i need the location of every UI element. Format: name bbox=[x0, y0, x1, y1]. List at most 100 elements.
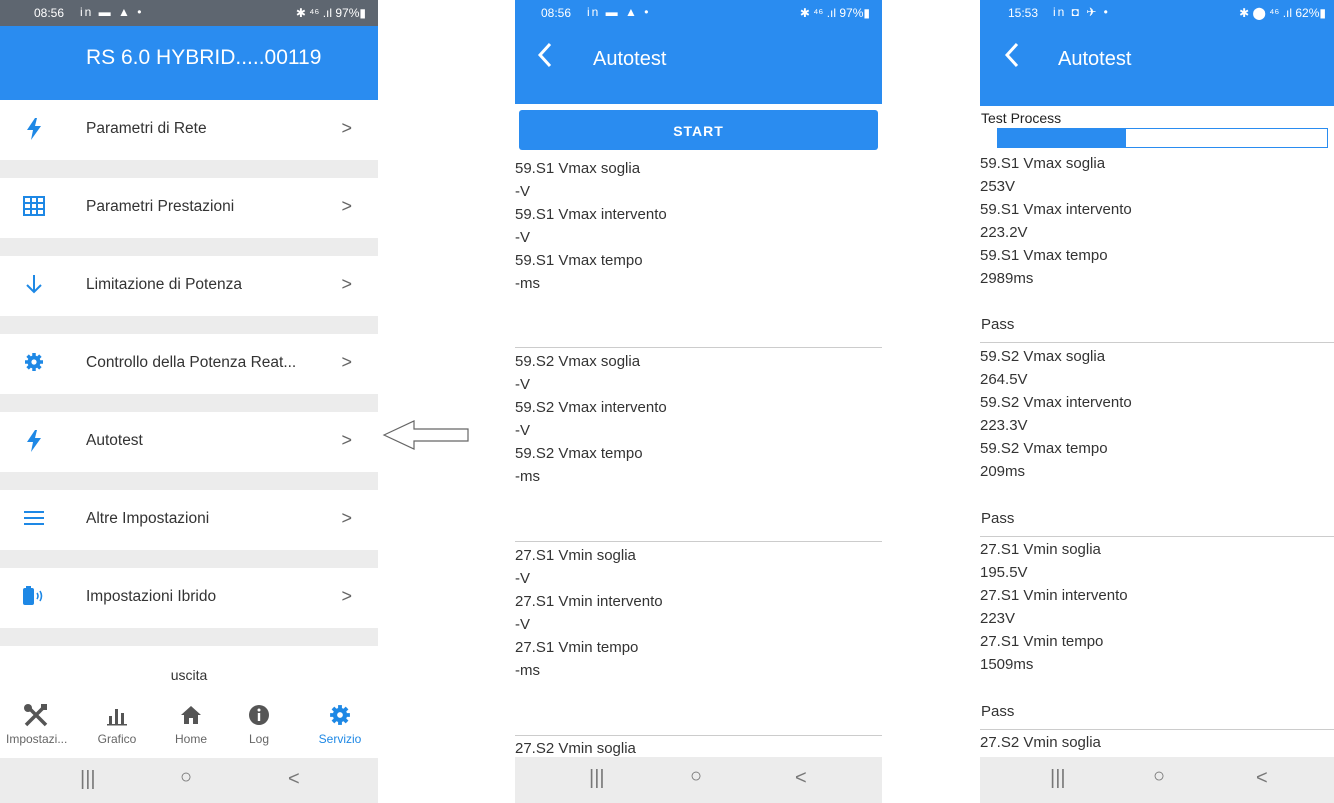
page-title: Autotest bbox=[1058, 48, 1132, 70]
test-line: 27.S1 Vmin intervento bbox=[515, 593, 663, 610]
test-line: -V bbox=[515, 616, 530, 633]
status-system-icons: ✱ ⁴⁶ .ıl 97%▮ bbox=[295, 6, 366, 20]
gear-icon bbox=[310, 704, 370, 732]
phone-menu-screen: 08:56 in ▬ ▲ • ✱ ⁴⁶ .ıl 97%▮ RS 6.0 HYBR… bbox=[0, 0, 378, 803]
status-time: 08:56 bbox=[541, 6, 572, 20]
menu-separator bbox=[0, 550, 378, 568]
status-system-icons: ✱ ⁴⁶ .ıl 97%▮ bbox=[799, 6, 870, 20]
menu-item-label: Impostazioni Ibrido bbox=[86, 588, 217, 605]
grid-icon bbox=[22, 196, 46, 220]
test-block-27s1: 27.S1 Vmin soglia -V 27.S1 Vmin interven… bbox=[515, 544, 882, 682]
bottom-tab-bar: Impostazi... Grafico Home Log Servizio bbox=[0, 700, 378, 758]
chevron-right-icon: > bbox=[341, 430, 352, 450]
menu-item-label: Parametri di Rete bbox=[86, 120, 207, 137]
tab-impostazioni[interactable]: Impostazi... bbox=[6, 704, 67, 746]
test-line: 59.S2 Vmax soglia bbox=[980, 348, 1106, 365]
back-button[interactable]: < bbox=[1256, 767, 1268, 790]
home-button[interactable]: ○ bbox=[1153, 765, 1165, 788]
tab-servizio[interactable]: Servizio bbox=[310, 704, 370, 746]
progress-bar bbox=[997, 128, 1328, 148]
tab-label: Log bbox=[248, 732, 270, 746]
tab-label: Grafico bbox=[97, 732, 137, 746]
chevron-right-icon: > bbox=[341, 274, 352, 294]
menu-icon bbox=[22, 508, 46, 532]
progress-label: Test Process bbox=[981, 110, 1062, 126]
status-time: 08:56 bbox=[34, 6, 65, 20]
test-block-27s2: 27.S2 Vmin soglia bbox=[980, 731, 1334, 754]
test-line: 27.S1 Vmin intervento bbox=[980, 587, 1128, 604]
test-line: 59.S1 Vmax tempo bbox=[980, 247, 1108, 264]
test-line: 59.S1 Vmax tempo bbox=[515, 252, 643, 269]
test-line: 59.S1 Vmax soglia bbox=[980, 155, 1106, 172]
divider bbox=[980, 342, 1334, 343]
menu-item-parametri-prestazioni[interactable]: Parametri Prestazioni > bbox=[0, 178, 378, 238]
menu-item-impostazioni-ibrido[interactable]: Impostazioni Ibrido > bbox=[0, 568, 378, 628]
home-button[interactable]: ○ bbox=[180, 766, 192, 789]
tab-home[interactable]: Home bbox=[161, 704, 221, 746]
chevron-right-icon: > bbox=[341, 586, 352, 606]
test-line: 27.S2 Vmin soglia bbox=[980, 734, 1101, 751]
test-result: Pass bbox=[981, 510, 1015, 527]
status-time: 15:53 bbox=[1008, 6, 1039, 20]
phone-autotest-results: 15:53 in ◘ ✈ • ✱ ⬤ ⁴⁶ .ıl 62%▮ Autotest … bbox=[980, 0, 1334, 803]
menu-separator bbox=[0, 628, 378, 646]
menu-item-parametri-di-rete[interactable]: Parametri di Rete > bbox=[0, 100, 378, 160]
test-line: 223.2V bbox=[980, 224, 1028, 241]
tab-label: Servizio bbox=[318, 732, 362, 746]
menu-separator bbox=[0, 316, 378, 334]
test-line: 209ms bbox=[980, 463, 1026, 480]
menu-item-label: Autotest bbox=[86, 432, 143, 449]
back-button[interactable]: < bbox=[288, 768, 300, 791]
menu-separator bbox=[0, 238, 378, 256]
app-header: Autotest bbox=[980, 26, 1334, 106]
test-line: 2989ms bbox=[980, 270, 1034, 287]
recent-apps-button[interactable]: ||| bbox=[589, 767, 605, 790]
test-line: 264.5V bbox=[980, 371, 1028, 388]
test-line: -V bbox=[515, 183, 530, 200]
menu-item-autotest[interactable]: Autotest > bbox=[0, 412, 378, 472]
recent-apps-button[interactable]: ||| bbox=[1050, 767, 1066, 790]
bolt-icon bbox=[22, 430, 46, 454]
test-line: 59.S1 Vmax intervento bbox=[515, 206, 667, 223]
test-line: 59.S2 Vmax intervento bbox=[515, 399, 667, 416]
test-result: Pass bbox=[981, 703, 1015, 720]
app-header: Autotest bbox=[515, 26, 882, 104]
progress-fill bbox=[998, 129, 1127, 147]
info-icon bbox=[229, 704, 289, 732]
menu-separator bbox=[0, 160, 378, 178]
chevron-right-icon: > bbox=[341, 352, 352, 372]
test-line: -V bbox=[515, 229, 530, 246]
test-line: -V bbox=[515, 570, 530, 587]
app-header: RS 6.0 HYBRID.....00119 bbox=[0, 26, 378, 100]
test-line: -V bbox=[515, 376, 530, 393]
menu-item-altre-impostazioni[interactable]: Altre Impostazioni > bbox=[0, 490, 378, 550]
test-line: 27.S1 Vmin tempo bbox=[515, 639, 639, 656]
menu-item-limitazione-di-potenza[interactable]: Limitazione di Potenza > bbox=[0, 256, 378, 316]
back-arrow-icon[interactable] bbox=[1004, 42, 1020, 73]
tab-grafico[interactable]: Grafico bbox=[87, 704, 147, 746]
status-system-icons: ✱ ⬤ ⁴⁶ .ıl 62%▮ bbox=[1239, 6, 1326, 20]
test-line: 27.S1 Vmin soglia bbox=[980, 541, 1101, 558]
menu-item-label: Altre Impostazioni bbox=[86, 510, 210, 527]
page-title: Autotest bbox=[593, 48, 667, 70]
test-line: 59.S1 Vmax soglia bbox=[515, 160, 641, 177]
pointer-arrow bbox=[382, 420, 469, 450]
status-notification-icons: in ▬ ▲ • bbox=[80, 5, 144, 19]
tab-log[interactable]: Log bbox=[229, 704, 289, 746]
recent-apps-button[interactable]: ||| bbox=[80, 768, 96, 791]
home-button[interactable]: ○ bbox=[690, 765, 702, 788]
battery-icon bbox=[22, 586, 46, 610]
exit-button[interactable]: uscita bbox=[0, 667, 378, 683]
phone-autotest-empty: 08:56 in ▬ ▲ • ✱ ⁴⁶ .ıl 97%▮ Autotest ST… bbox=[515, 0, 882, 803]
start-button[interactable]: START bbox=[519, 110, 878, 150]
test-line: 59.S2 Vmax tempo bbox=[515, 445, 643, 462]
test-line: 59.S1 Vmax intervento bbox=[980, 201, 1132, 218]
test-result: Pass bbox=[981, 316, 1015, 333]
tab-label: Home bbox=[174, 732, 207, 746]
system-nav-bar: ||| ○ < bbox=[980, 757, 1334, 803]
menu-item-controllo-potenza-reattiva[interactable]: Controllo della Potenza Reat... > bbox=[0, 334, 378, 394]
back-button[interactable]: < bbox=[795, 767, 807, 790]
back-arrow-icon[interactable] bbox=[537, 42, 553, 73]
chevron-right-icon: > bbox=[341, 508, 352, 528]
divider bbox=[980, 729, 1334, 730]
